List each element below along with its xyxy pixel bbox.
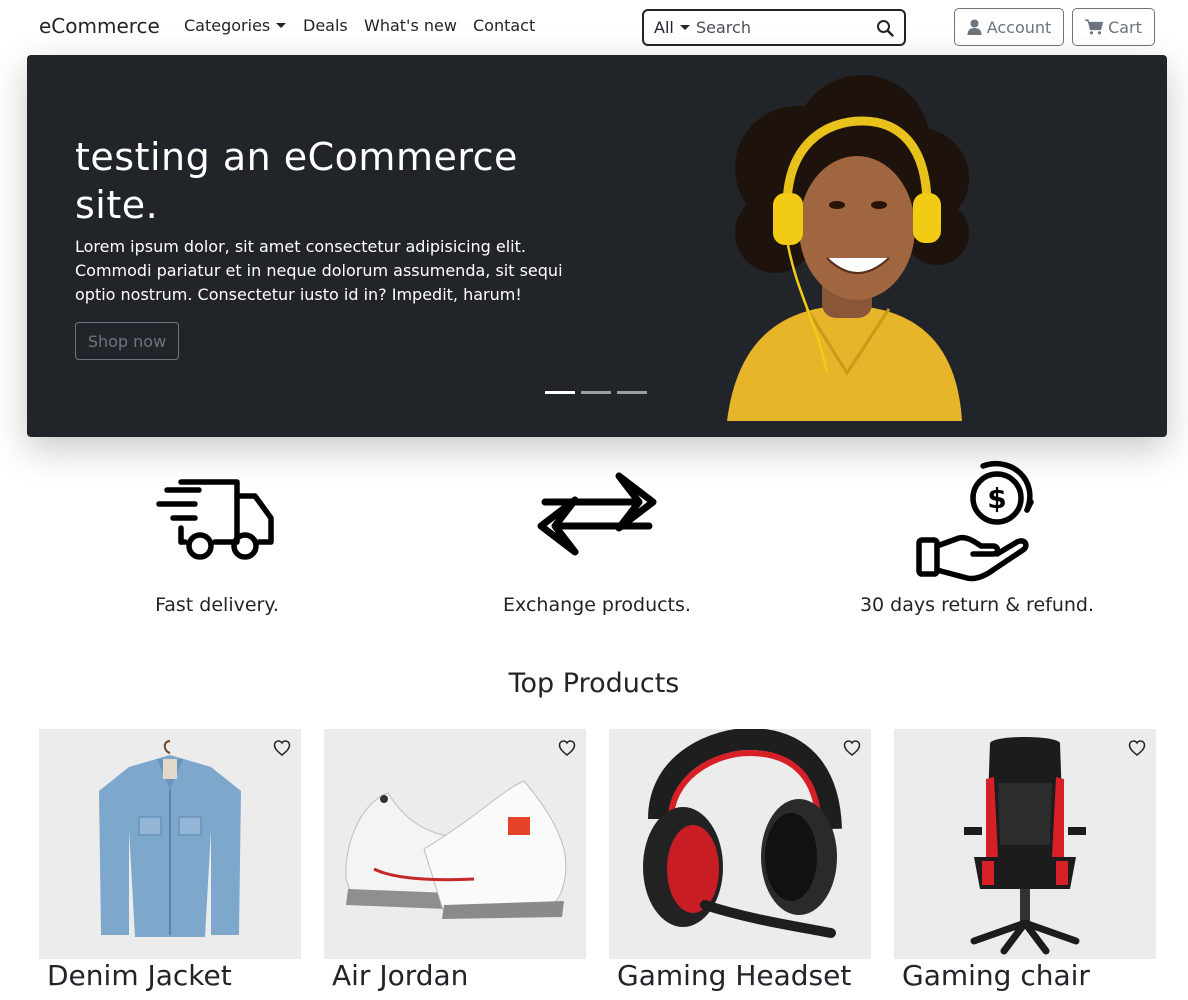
nav-contact-link[interactable]: Contact xyxy=(473,16,535,35)
nav-deals-link[interactable]: Deals xyxy=(303,16,348,35)
hand-dollar-coin-icon: $ xyxy=(916,461,1034,582)
search-category-label: All xyxy=(654,18,674,37)
heart-icon[interactable] xyxy=(558,739,576,757)
exchange-arrows-icon xyxy=(537,472,657,556)
shop-now-button[interactable]: Shop now xyxy=(75,322,179,360)
product-card[interactable]: Gaming chair xyxy=(894,729,1156,1000)
feature-label: Exchange products. xyxy=(503,594,691,616)
nav-categories-dropdown[interactable]: Categories xyxy=(184,16,287,35)
heart-icon[interactable] xyxy=(843,739,861,757)
product-image-area xyxy=(324,729,586,959)
search-button[interactable] xyxy=(876,19,896,39)
search-input[interactable] xyxy=(696,15,874,40)
product-card[interactable]: Air Jordan xyxy=(324,729,586,1000)
search-icon xyxy=(877,20,894,37)
carousel-indicator-1[interactable] xyxy=(545,391,575,394)
svg-text:$: $ xyxy=(987,482,1006,515)
cart-button[interactable]: Cart xyxy=(1072,8,1155,46)
hero-title: testing an eCommerce site. xyxy=(75,135,518,227)
account-label: Account xyxy=(986,17,1052,37)
chevron-down-icon xyxy=(679,25,690,30)
sneakers-image xyxy=(345,780,567,919)
product-name: Denim Jacket xyxy=(47,959,232,992)
cart-label: Cart xyxy=(1108,17,1142,37)
carousel-indicators xyxy=(545,391,647,394)
denim-jacket-image xyxy=(99,740,241,937)
gaming-chair-image xyxy=(964,737,1086,955)
heart-icon[interactable] xyxy=(273,739,291,757)
chevron-down-icon xyxy=(276,23,287,28)
product-image-area xyxy=(894,729,1156,959)
account-button[interactable]: Account xyxy=(954,8,1064,46)
product-image-area xyxy=(609,729,871,959)
brand-logo[interactable]: eCommerce xyxy=(39,14,160,38)
feature-return-refund: $ 30 days return & refund. xyxy=(787,458,1167,616)
carousel-indicator-3[interactable] xyxy=(617,391,647,394)
product-card[interactable]: Denim Jacket xyxy=(39,729,301,1000)
top-navbar: eCommerce Categories Deals What's new Co… xyxy=(0,0,1188,54)
hero-description: Lorem ipsum dolor, sit amet consectetur … xyxy=(75,237,563,304)
search-category-dropdown[interactable]: All xyxy=(654,18,690,37)
headset-image xyxy=(643,729,842,938)
delivery-truck-icon xyxy=(156,479,274,560)
top-products-title: Top Products xyxy=(508,668,680,699)
heart-icon[interactable] xyxy=(1128,739,1146,757)
nav-categories-label: Categories xyxy=(184,16,271,35)
nav-whats-new-link[interactable]: What's new xyxy=(364,16,457,35)
feature-exchange-products: Exchange products. xyxy=(407,458,787,616)
feature-label: 30 days return & refund. xyxy=(859,594,1095,616)
shopping-cart-icon xyxy=(1085,19,1104,35)
product-name: Air Jordan xyxy=(332,959,469,992)
hero-carousel: testing an eCommerce site. Lorem ipsum d… xyxy=(27,55,1167,437)
feature-label: Fast delivery. xyxy=(155,594,279,616)
search-group: All xyxy=(642,9,906,46)
product-name: Gaming chair xyxy=(902,959,1090,992)
product-card[interactable]: Gaming Headset xyxy=(609,729,871,1000)
hero-woman-headphones-image xyxy=(727,75,969,421)
user-icon xyxy=(967,19,982,35)
product-image-area xyxy=(39,729,301,959)
product-name: Gaming Headset xyxy=(617,959,852,992)
feature-fast-delivery: Fast delivery. xyxy=(27,458,407,616)
carousel-indicator-2[interactable] xyxy=(581,391,611,394)
